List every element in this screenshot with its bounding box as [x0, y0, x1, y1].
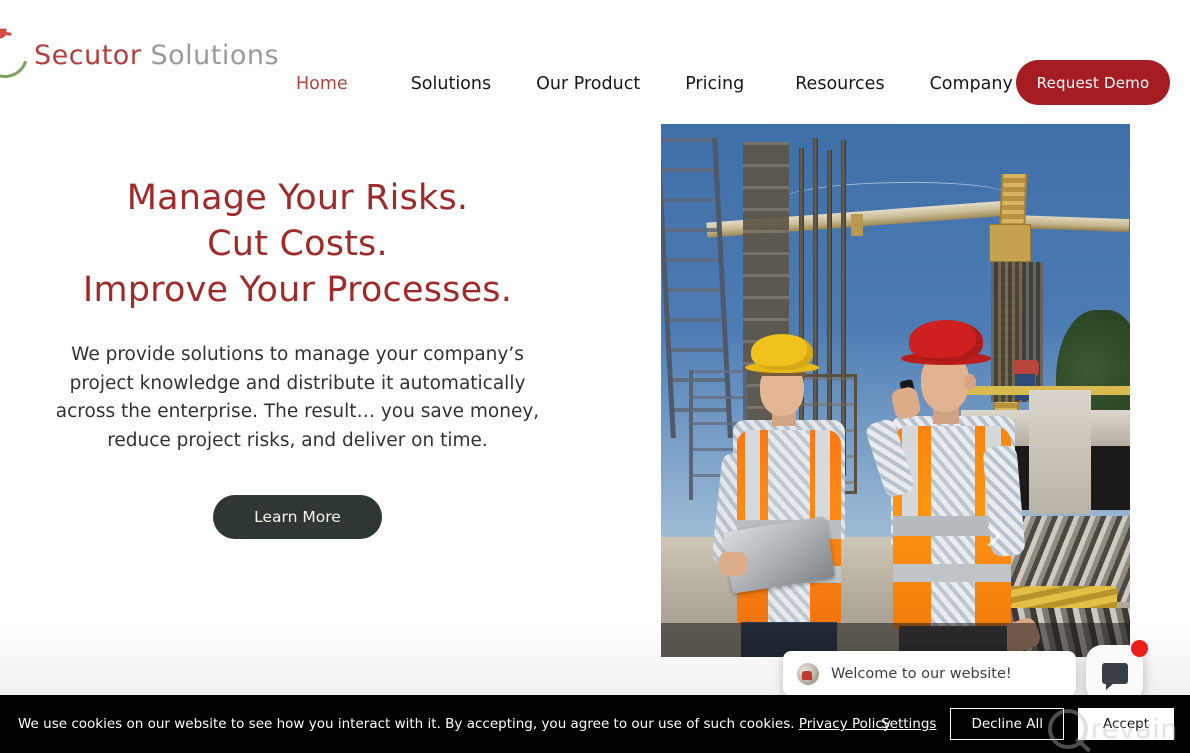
hero-copy-block: Manage Your Risks. Cut Costs. Improve Yo… — [40, 175, 555, 539]
hero-headline-line-2: Cut Costs. — [207, 224, 388, 264]
nav-item-company[interactable]: Company — [916, 74, 1013, 94]
nav-item-resources[interactable]: Resources — [775, 74, 915, 94]
cookie-actions: Settings Decline All Accept — [881, 708, 1174, 740]
hero-headline-line-3: Improve Your Processes. — [82, 270, 513, 310]
hero-image — [661, 124, 1130, 657]
hero-headline-line-1: Manage Your Risks. — [126, 178, 469, 218]
site-header: Secutor Solutions Home Solutions Our Pro… — [0, 0, 1190, 118]
request-demo-button[interactable]: Request Demo — [1016, 60, 1170, 105]
chevron-right-icon[interactable] — [980, 522, 1006, 548]
construction-site-photo — [661, 124, 1130, 657]
chat-launcher-button[interactable] — [1086, 640, 1148, 702]
chat-bubble-icon — [1101, 663, 1128, 690]
learn-more-button[interactable]: Learn More — [213, 495, 382, 539]
photo-worker-yellow-helmet — [711, 334, 865, 657]
cookie-settings-link[interactable]: Settings — [881, 716, 936, 732]
decline-all-button[interactable]: Decline All — [950, 708, 1064, 740]
chat-greeting-bubble[interactable]: Welcome to our website! — [783, 651, 1076, 696]
photo-crane-cab — [989, 224, 1031, 262]
leaf-circle-logo-icon — [0, 23, 37, 87]
photo-crane-hoist — [851, 214, 863, 236]
brand-wordmark: Secutor Solutions — [34, 40, 279, 71]
nav-item-our-product[interactable]: Our Product — [522, 74, 671, 94]
brand-logo[interactable]: Secutor Solutions — [0, 23, 279, 87]
cookie-consent-banner: We use cookies on our website to see how… — [0, 695, 1190, 753]
cookie-message: We use cookies on our website to see how… — [18, 716, 891, 732]
agent-avatar-icon — [797, 662, 819, 685]
main-navigation: Home Solutions Our Product Pricing Resou… — [296, 74, 1013, 94]
photo-worker-red-helmet — [863, 320, 1043, 657]
hero-headline: Manage Your Risks. Cut Costs. Improve Yo… — [40, 175, 555, 313]
chat-greeting-text: Welcome to our website! — [831, 665, 1012, 682]
page-root: Secutor Solutions Home Solutions Our Pro… — [0, 0, 1190, 753]
nav-item-solutions[interactable]: Solutions — [379, 74, 522, 94]
cookie-message-text: We use cookies on our website to see how… — [18, 716, 795, 732]
accept-cookies-button[interactable]: Accept — [1077, 708, 1174, 740]
brand-word-secondary: Solutions — [150, 39, 280, 71]
chat-unread-badge — [1131, 640, 1148, 657]
nav-item-pricing[interactable]: Pricing — [671, 74, 775, 94]
hero-paragraph: We provide solutions to manage your comp… — [55, 344, 540, 451]
brand-word-primary: Secutor — [34, 39, 142, 71]
nav-item-home[interactable]: Home — [296, 74, 379, 94]
privacy-policy-link[interactable]: Privacy Policy — [799, 716, 891, 732]
